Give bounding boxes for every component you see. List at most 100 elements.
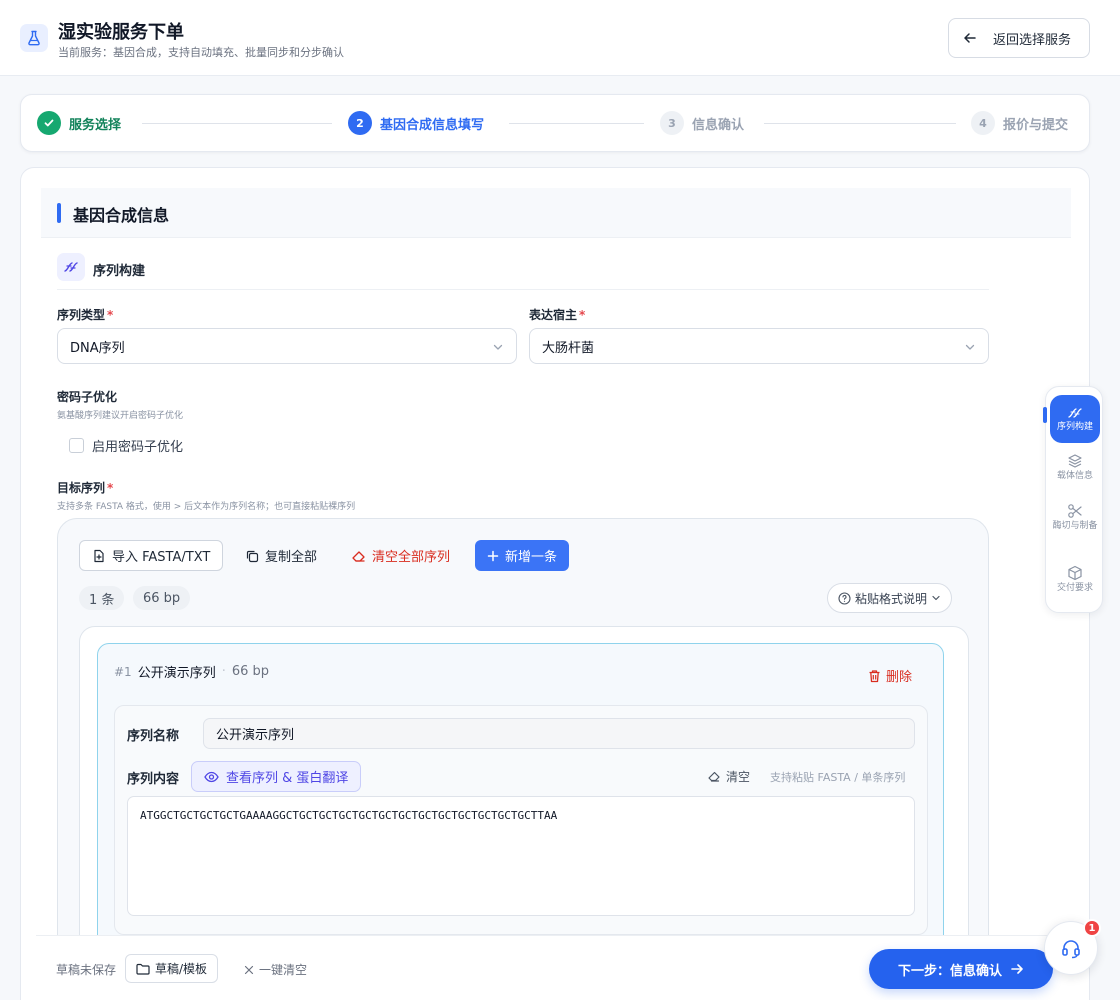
back-to-services-button[interactable]: 返回选择服务 — [948, 18, 1090, 58]
delete-sequence-button[interactable]: 删除 — [868, 666, 912, 685]
codon-hint: 氨基酸序列建议开启密码子优化 — [57, 411, 184, 421]
section-title: 基因合成信息 — [73, 206, 170, 225]
float-nav-sequence-build[interactable]: 序列构建 — [1050, 395, 1100, 443]
form-card: 基因合成信息 序列构建 序列类型 * DNA序列 表达宿主 * 大肠杆菌 密码子优化… — [20, 167, 1090, 1000]
copy-all-button[interactable]: 复制全部 — [245, 540, 317, 571]
target-seq-hint: 支持多条 FASTA 格式，使用 > 后文本作为序列名称；也可直接粘贴裸序列 — [57, 502, 356, 512]
clear-all-button[interactable]: 清空全部序列 — [351, 540, 450, 571]
headset-icon — [1060, 937, 1082, 959]
help-circle-icon — [838, 591, 851, 605]
subsection-title: 序列构建 — [93, 264, 146, 279]
seq-type-select[interactable]: DNA序列 — [57, 328, 517, 364]
sequence-item-header: #1 公开演示序列 · 66 bp — [114, 662, 269, 681]
sequence-icon — [1067, 406, 1083, 420]
item-bp: 66 bp — [231, 664, 270, 679]
step-label: 信息确认 — [692, 117, 745, 133]
paste-support-note: 支持粘贴 FASTA / 单条序列 — [770, 771, 906, 784]
float-nav-label: 酶切与制备 — [1052, 521, 1098, 531]
seq-type-value: DNA序列 — [70, 340, 125, 356]
step-info-confirm[interactable]: 3 信息确认 — [660, 111, 744, 135]
copy-icon — [245, 549, 259, 563]
scissors-icon — [1067, 503, 1083, 519]
page-subtitle: 当前服务：基因合成，支持自动填充、批量同步和分步确认 — [58, 46, 344, 59]
float-nav-label: 交付要求 — [1056, 583, 1093, 593]
next-step-label: 下一步：信息确认 — [897, 963, 1002, 979]
step-gene-synthesis-info[interactable]: 2 基因合成信息填写 — [348, 111, 484, 135]
step-number: 3 — [660, 111, 684, 135]
flask-icon — [20, 24, 48, 52]
host-select[interactable]: 大肠杆菌 — [529, 328, 989, 364]
page-title: 湿实验服务下单 — [58, 22, 184, 43]
paste-format-help-button[interactable]: 粘贴格式说明 — [827, 583, 953, 613]
codon-label: 密码子优化 — [57, 390, 118, 404]
divider — [57, 289, 989, 290]
clear-all-label: 清空全部序列 — [372, 550, 451, 565]
section-header: 基因合成信息 — [41, 188, 1071, 238]
step-connector — [764, 123, 956, 124]
layers-icon — [1067, 453, 1083, 469]
float-nav-delivery[interactable]: 交付要求 — [1050, 565, 1100, 594]
step-label: 报价与提交 — [1003, 117, 1069, 133]
host-value: 大肠杆菌 — [542, 340, 595, 356]
float-nav-label: 载体信息 — [1056, 471, 1093, 481]
next-step-button[interactable]: 下一步：信息确认 — [869, 949, 1053, 989]
float-nav-enzyme-prep[interactable]: 酶切与制备 — [1050, 503, 1100, 532]
eraser-icon — [351, 549, 366, 563]
float-nav-vector-info[interactable]: 载体信息 — [1050, 453, 1100, 482]
draft-template-label: 草稿/模板 — [155, 962, 208, 976]
notification-badge: 1 — [1083, 919, 1101, 937]
check-icon — [37, 111, 61, 135]
item-number: #1 — [114, 664, 132, 679]
host-label: 表达宿主 * — [529, 308, 586, 322]
codon-optimization-toggle[interactable]: 启用密码子优化 — [69, 436, 183, 455]
import-label: 导入 FASTA/TXT — [112, 550, 211, 565]
box-icon — [1067, 565, 1083, 581]
section-float-nav: 序列构建 载体信息 酶切与制备 交付要求 — [1043, 386, 1103, 613]
view-sequence-translation-button[interactable]: 查看序列 & 蛋白翻译 — [191, 761, 362, 792]
active-indicator — [1043, 407, 1047, 423]
seq-name-label: 序列名称 — [127, 729, 180, 744]
step-number: 4 — [971, 111, 995, 135]
total-bp-chip: 66 bp — [133, 586, 191, 610]
arrow-right-icon — [1010, 962, 1024, 976]
import-fasta-button[interactable]: 导入 FASTA/TXT — [79, 540, 224, 571]
sequence-item-fields: 序列名称 公开演示序列 序列内容 查看序列 & 蛋白翻译 清空 支持粘贴 FAS… — [114, 705, 928, 935]
chevron-down-icon — [931, 593, 941, 603]
one-click-clear-label: 一键清空 — [259, 963, 308, 977]
draft-status: 草稿未保存 — [56, 963, 117, 977]
step-connector — [509, 123, 644, 124]
chevron-down-icon — [964, 341, 976, 353]
file-import-icon — [92, 549, 106, 563]
step-label: 服务选择 — [69, 117, 122, 133]
one-click-clear-button[interactable]: 一键清空 — [244, 961, 307, 978]
clear-label: 清空 — [726, 770, 751, 784]
chevron-down-icon — [492, 341, 504, 353]
codon-checkbox[interactable] — [69, 438, 84, 453]
eye-icon — [204, 771, 219, 783]
sequence-editor: 导入 FASTA/TXT 复制全部 清空全部序列 新增一条 1 条 66 bp — [57, 518, 989, 1000]
folder-icon — [136, 963, 150, 975]
arrow-left-icon — [963, 31, 977, 45]
step-service-select[interactable]: 服务选择 — [37, 111, 121, 135]
add-sequence-button[interactable]: 新增一条 — [475, 540, 570, 571]
seq-content-label: 序列内容 — [127, 772, 180, 787]
clear-sequence-button[interactable]: 清空 — [707, 768, 750, 785]
step-label: 基因合成信息填写 — [380, 117, 485, 133]
step-quote-submit[interactable]: 4 报价与提交 — [971, 111, 1068, 135]
format-help-label: 粘贴格式说明 — [855, 591, 928, 606]
seq-name-input[interactable]: 公开演示序列 — [203, 718, 915, 749]
step-connector — [142, 123, 332, 124]
add-label: 新增一条 — [505, 550, 558, 565]
step-number: 2 — [348, 111, 372, 135]
sequence-count-chip: 1 条 — [79, 586, 125, 610]
trash-icon — [868, 669, 881, 683]
seq-type-label: 序列类型 * — [57, 308, 114, 322]
draft-template-button[interactable]: 草稿/模板 — [125, 954, 219, 983]
back-button-label: 返回选择服务 — [993, 32, 1072, 48]
progress-stepper: 服务选择 2 基因合成信息填写 3 信息确认 4 报价与提交 — [20, 94, 1090, 152]
section-accent-bar — [57, 203, 61, 223]
item-separator: · — [221, 664, 226, 679]
sequence-content-textarea[interactable]: ATGGCTGCTGCTGCTGAAAAGGCTGCTGCTGCTGCTGCTG… — [127, 796, 915, 916]
codon-checkbox-label: 启用密码子优化 — [92, 440, 184, 455]
delete-label: 删除 — [886, 670, 913, 685]
